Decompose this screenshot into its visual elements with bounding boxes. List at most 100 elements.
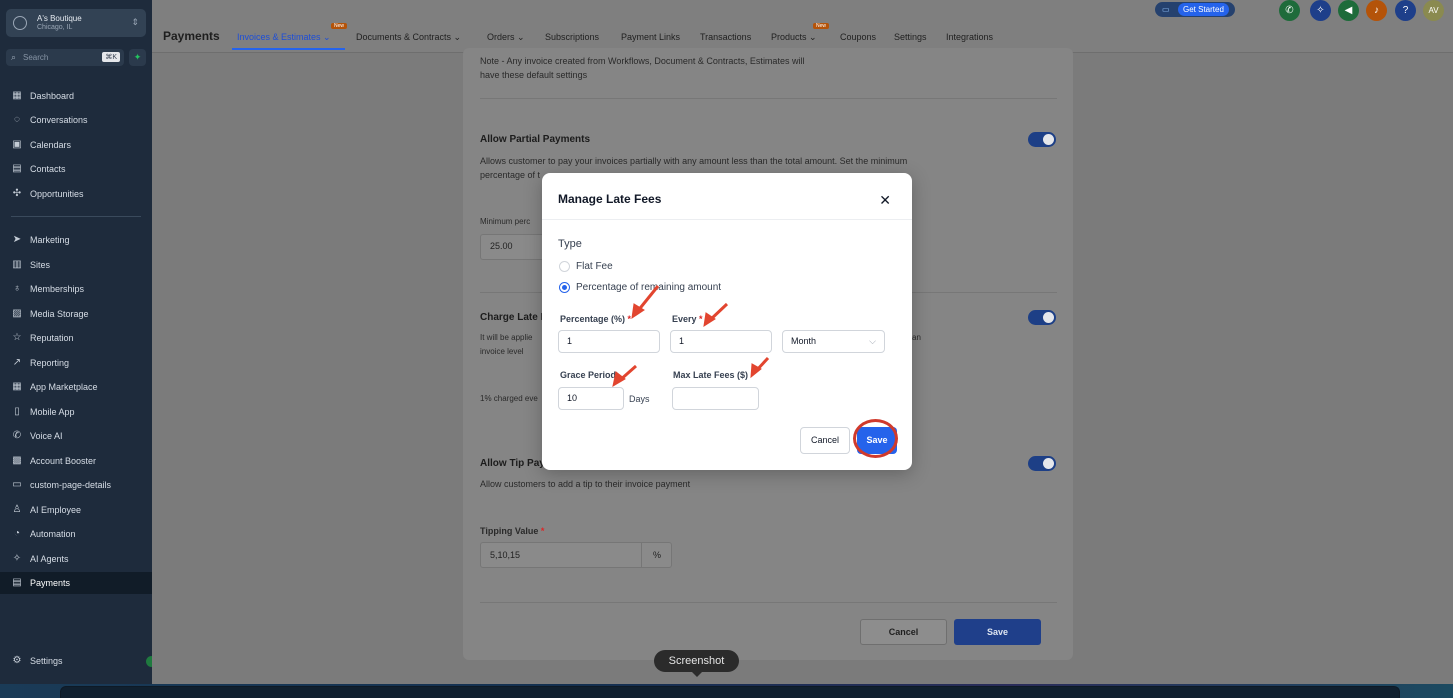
option-flat-fee[interactable]: Flat Fee [576,261,613,272]
account-name: A's Boutique [37,14,82,23]
save-button[interactable]: Save [954,619,1041,645]
chat-icon: ◌ [14,114,20,125]
annotation-circle [853,419,898,458]
note-line-2: have these default settings [480,70,588,80]
sidebar-item-automation[interactable]: ◔ Automation [0,523,152,545]
partial-payments-toggle[interactable] [1028,132,1056,147]
sidebar-item-label: Conversations [30,115,88,125]
sidebar-item-reporting[interactable]: ↗ Reporting [0,352,152,374]
automation-icon: ◔ [13,528,21,539]
sidebar-item-sites[interactable]: ▥ Sites [0,254,152,276]
sidebar-item-mobile-app[interactable]: ▯ Mobile App [0,401,152,423]
sidebar-item-media-storage[interactable]: ▨ Media Storage [0,303,152,325]
sidebar-item-memberships[interactable]: ♁ Memberships [0,278,152,300]
sidebar-item-opportunities[interactable]: ✣ Opportunities [0,183,152,205]
sidebar-item-marketing[interactable]: ➤ Marketing [0,229,152,251]
every-input[interactable]: 1 [670,330,772,353]
tipping-input[interactable]: 5,10,15 % [480,542,672,568]
close-icon[interactable]: ✕ [879,192,891,209]
tab-documents-contracts[interactable]: Documents & Contracts ⌄ [356,32,461,43]
screenshot-tooltip: Screenshot [654,650,739,677]
minimum-label: Minimum perc [480,217,531,226]
sidebar-item-calendars[interactable]: ▣ Calendars [0,134,152,156]
get-started-button[interactable]: ▭ Get Started [1155,2,1235,17]
sidebar-item-conversations[interactable]: ◌ Conversations [0,109,152,131]
tab-orders[interactable]: Orders ⌄ [487,32,525,43]
phone-icon: ✆ [12,430,22,441]
tab-products[interactable]: Products ⌄ [771,32,817,43]
partial-payments-desc-2: percentage of t [480,170,541,180]
sidebar-item-contacts[interactable]: ▤ Contacts [0,158,152,180]
radio-percentage[interactable] [559,282,570,293]
required-mark: * [627,314,632,324]
new-badge: New [813,23,830,29]
chevron-down-icon: ⌄ [806,32,817,42]
tab-payment-links[interactable]: Payment Links [621,32,680,42]
tab-label: Invoices & Estimates [237,32,321,42]
period-value: Month [791,336,817,346]
avatar[interactable]: AV [1423,0,1444,21]
sidebar-item-app-marketplace[interactable]: ▦ App Marketplace [0,376,152,398]
late-fees-toggle[interactable] [1028,310,1056,325]
max-late-fees-input[interactable] [672,387,759,410]
tipping-label-text: Tipping Value [480,526,539,536]
page-title: Payments [163,29,220,43]
location-icon [13,16,27,30]
sidebar-item-ai-employee[interactable]: ♙ AI Employee [0,499,152,521]
get-started-label: Get Started [1178,3,1229,16]
tab-transactions[interactable]: Transactions [700,32,751,42]
tab-invoices-estimates[interactable]: Invoices & Estimates ⌄ [237,32,331,43]
every-label: Every * [672,314,703,324]
period-select[interactable]: Month ⌵ [782,330,885,353]
grace-period-label: Grace Period [560,370,617,380]
tab-label: Settings [894,32,927,42]
tipping-unit: % [653,550,662,560]
sidebar-item-dashboard[interactable]: ▦ Dashboard [0,85,152,107]
phone-icon[interactable]: ✆ [1279,0,1300,21]
sidebar-item-custom-page-details[interactable]: ▭ custom-page-details [0,474,152,496]
modal-title: Manage Late Fees [558,192,662,206]
tab-label: Subscriptions [545,32,600,42]
tab-settings[interactable]: Settings [894,32,927,42]
late-fees-summary: 1% charged eve [480,394,538,403]
radio-flat-fee[interactable] [559,261,570,272]
tip-payments-toggle[interactable] [1028,456,1056,471]
membership-icon: ♁ [13,283,21,294]
sidebar-item-account-booster[interactable]: ▩ Account Booster [0,450,152,472]
chevron-down-icon: ⌄ [514,32,525,42]
modal-cancel-button[interactable]: Cancel [800,427,850,454]
opportunities-icon: ✣ [12,188,22,199]
sidebar-item-label: Payments [30,578,71,588]
dashboard-icon: ▦ [12,90,22,101]
apps-icon: ▦ [12,381,22,392]
search-input[interactable]: ⌕ Search ⌘K [6,49,124,66]
tab-label: Documents & Contracts [356,32,452,42]
grace-period-input[interactable]: 10 [558,387,624,410]
sidebar-item-label: Automation [30,529,76,539]
sidebar-item-label: Sites [30,260,51,270]
megaphone-icon[interactable]: ◀ [1338,0,1359,21]
card-icon: ▭ [1162,5,1170,14]
account-switcher[interactable]: A's Boutique Chicago, IL ⇕ [6,9,146,37]
required-mark: * [540,526,545,536]
sidebar-item-reputation[interactable]: ☆ Reputation [0,327,152,349]
contacts-icon: ▤ [12,163,22,174]
cancel-button[interactable]: Cancel [860,619,947,645]
sidebar-item-label: Voice AI [30,431,63,441]
ai-sparkle-button[interactable]: ✦ [129,49,146,66]
magic-icon[interactable]: ✧ [1310,0,1331,21]
sidebar-item-label: Opportunities [30,189,84,199]
sidebar-item-ai-agents[interactable]: ✧ AI Agents [0,548,152,570]
sidebar-item-voice-ai[interactable]: ✆ Voice AI [0,425,152,447]
sidebar-item-payments[interactable]: ▤ Payments [0,572,152,594]
sidebar-item-settings[interactable]: ⚙ Settings [0,650,152,672]
tab-subscriptions[interactable]: Subscriptions [545,32,599,42]
every-label-text: Every [672,314,697,324]
note-line-1: Note - Any invoice created from Workflow… [480,56,805,66]
tab-coupons[interactable]: Coupons [840,32,876,42]
percentage-input[interactable]: 1 [558,330,660,353]
option-percentage[interactable]: Percentage of remaining amount [576,282,721,293]
tab-integrations[interactable]: Integrations [946,32,993,42]
help-icon[interactable]: ? [1395,0,1416,21]
bell-icon[interactable]: ♪ [1366,0,1387,21]
